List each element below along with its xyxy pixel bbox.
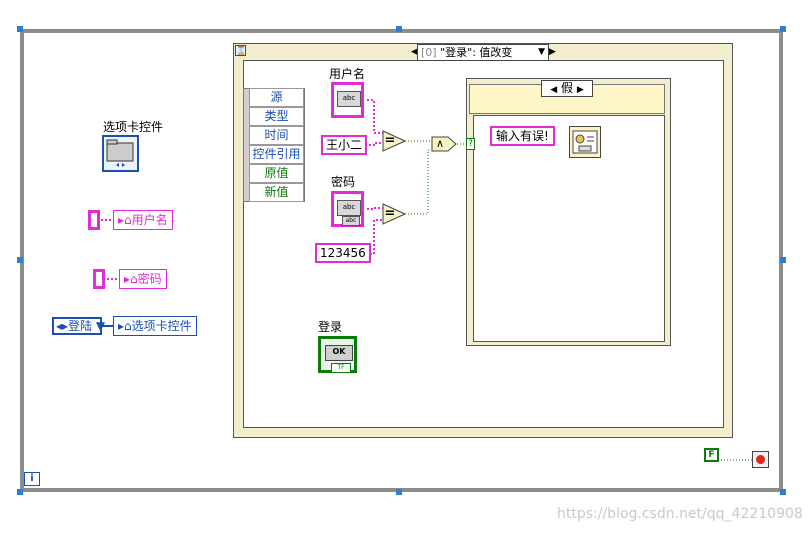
- one-button-dialog-icon[interactable]: [569, 126, 601, 158]
- case-selector-label: 假: [560, 81, 573, 95]
- password-local-variable[interactable]: ▸⌂密码: [119, 269, 167, 289]
- username-local-variable[interactable]: ▸⌂用户名: [113, 210, 173, 230]
- dialog-icon: [572, 130, 598, 154]
- tab-control-icon: [106, 139, 134, 167]
- password-local-terminal[interactable]: [93, 269, 105, 289]
- and-node-glyph: ∧: [435, 137, 445, 150]
- stop-terminal-icon[interactable]: [752, 451, 769, 468]
- local-arrow-icon: ▸⌂: [118, 213, 132, 227]
- equal-node-glyph: =: [384, 133, 396, 148]
- username-local-terminal[interactable]: [88, 210, 100, 230]
- login-button-terminal[interactable]: OK TF: [318, 336, 357, 373]
- abc-icon: abc: [337, 200, 361, 216]
- prev-case-arrow-icon[interactable]: ◀: [550, 85, 557, 95]
- login-label: 登录: [318, 320, 343, 334]
- local-arrow-icon: ▸⌂: [124, 272, 138, 286]
- tab-control-terminal[interactable]: [102, 135, 139, 172]
- password-constant[interactable]: 123456: [315, 243, 371, 263]
- wires: [101, 99, 752, 461]
- equal-node-glyph: =: [384, 206, 396, 221]
- username-terminal[interactable]: abc: [331, 82, 364, 118]
- string-wire: [367, 207, 383, 210]
- case-selector[interactable]: ◀ 假 ▶: [541, 80, 593, 97]
- tf-icon: TF: [331, 363, 351, 373]
- enum-constant[interactable]: ◂▸登陆 ▼: [52, 317, 106, 335]
- dropdown-arrow-icon: ▼: [92, 319, 106, 333]
- case-selector-terminal: ?: [466, 138, 475, 150]
- error-message-constant[interactable]: 输入有误!: [490, 126, 555, 146]
- username-constant[interactable]: 王小二: [321, 135, 368, 155]
- watermark: https://blog.csdn.net/qq_42210908: [557, 506, 803, 522]
- username-label: 用户名: [329, 67, 366, 81]
- next-case-arrow-icon[interactable]: ▶: [577, 85, 584, 95]
- ok-button-icon: OK: [325, 345, 353, 361]
- tab-control-label: 选项卡控件: [103, 120, 164, 134]
- tab-control-local-variable[interactable]: ▸⌂选项卡控件: [113, 316, 197, 336]
- abc-icon: abc: [342, 216, 360, 226]
- password-label: 密码: [331, 175, 356, 189]
- boolean-wire: [405, 149, 431, 215]
- enum-spinner-icon: ◂▸: [56, 319, 69, 333]
- string-wire: [367, 99, 383, 134]
- password-terminal[interactable]: abc abc: [331, 191, 364, 227]
- string-wire: [365, 142, 383, 146]
- false-constant[interactable]: F: [704, 448, 719, 462]
- local-arrow-icon: ▸⌂: [118, 319, 132, 333]
- abc-icon: abc: [337, 91, 361, 107]
